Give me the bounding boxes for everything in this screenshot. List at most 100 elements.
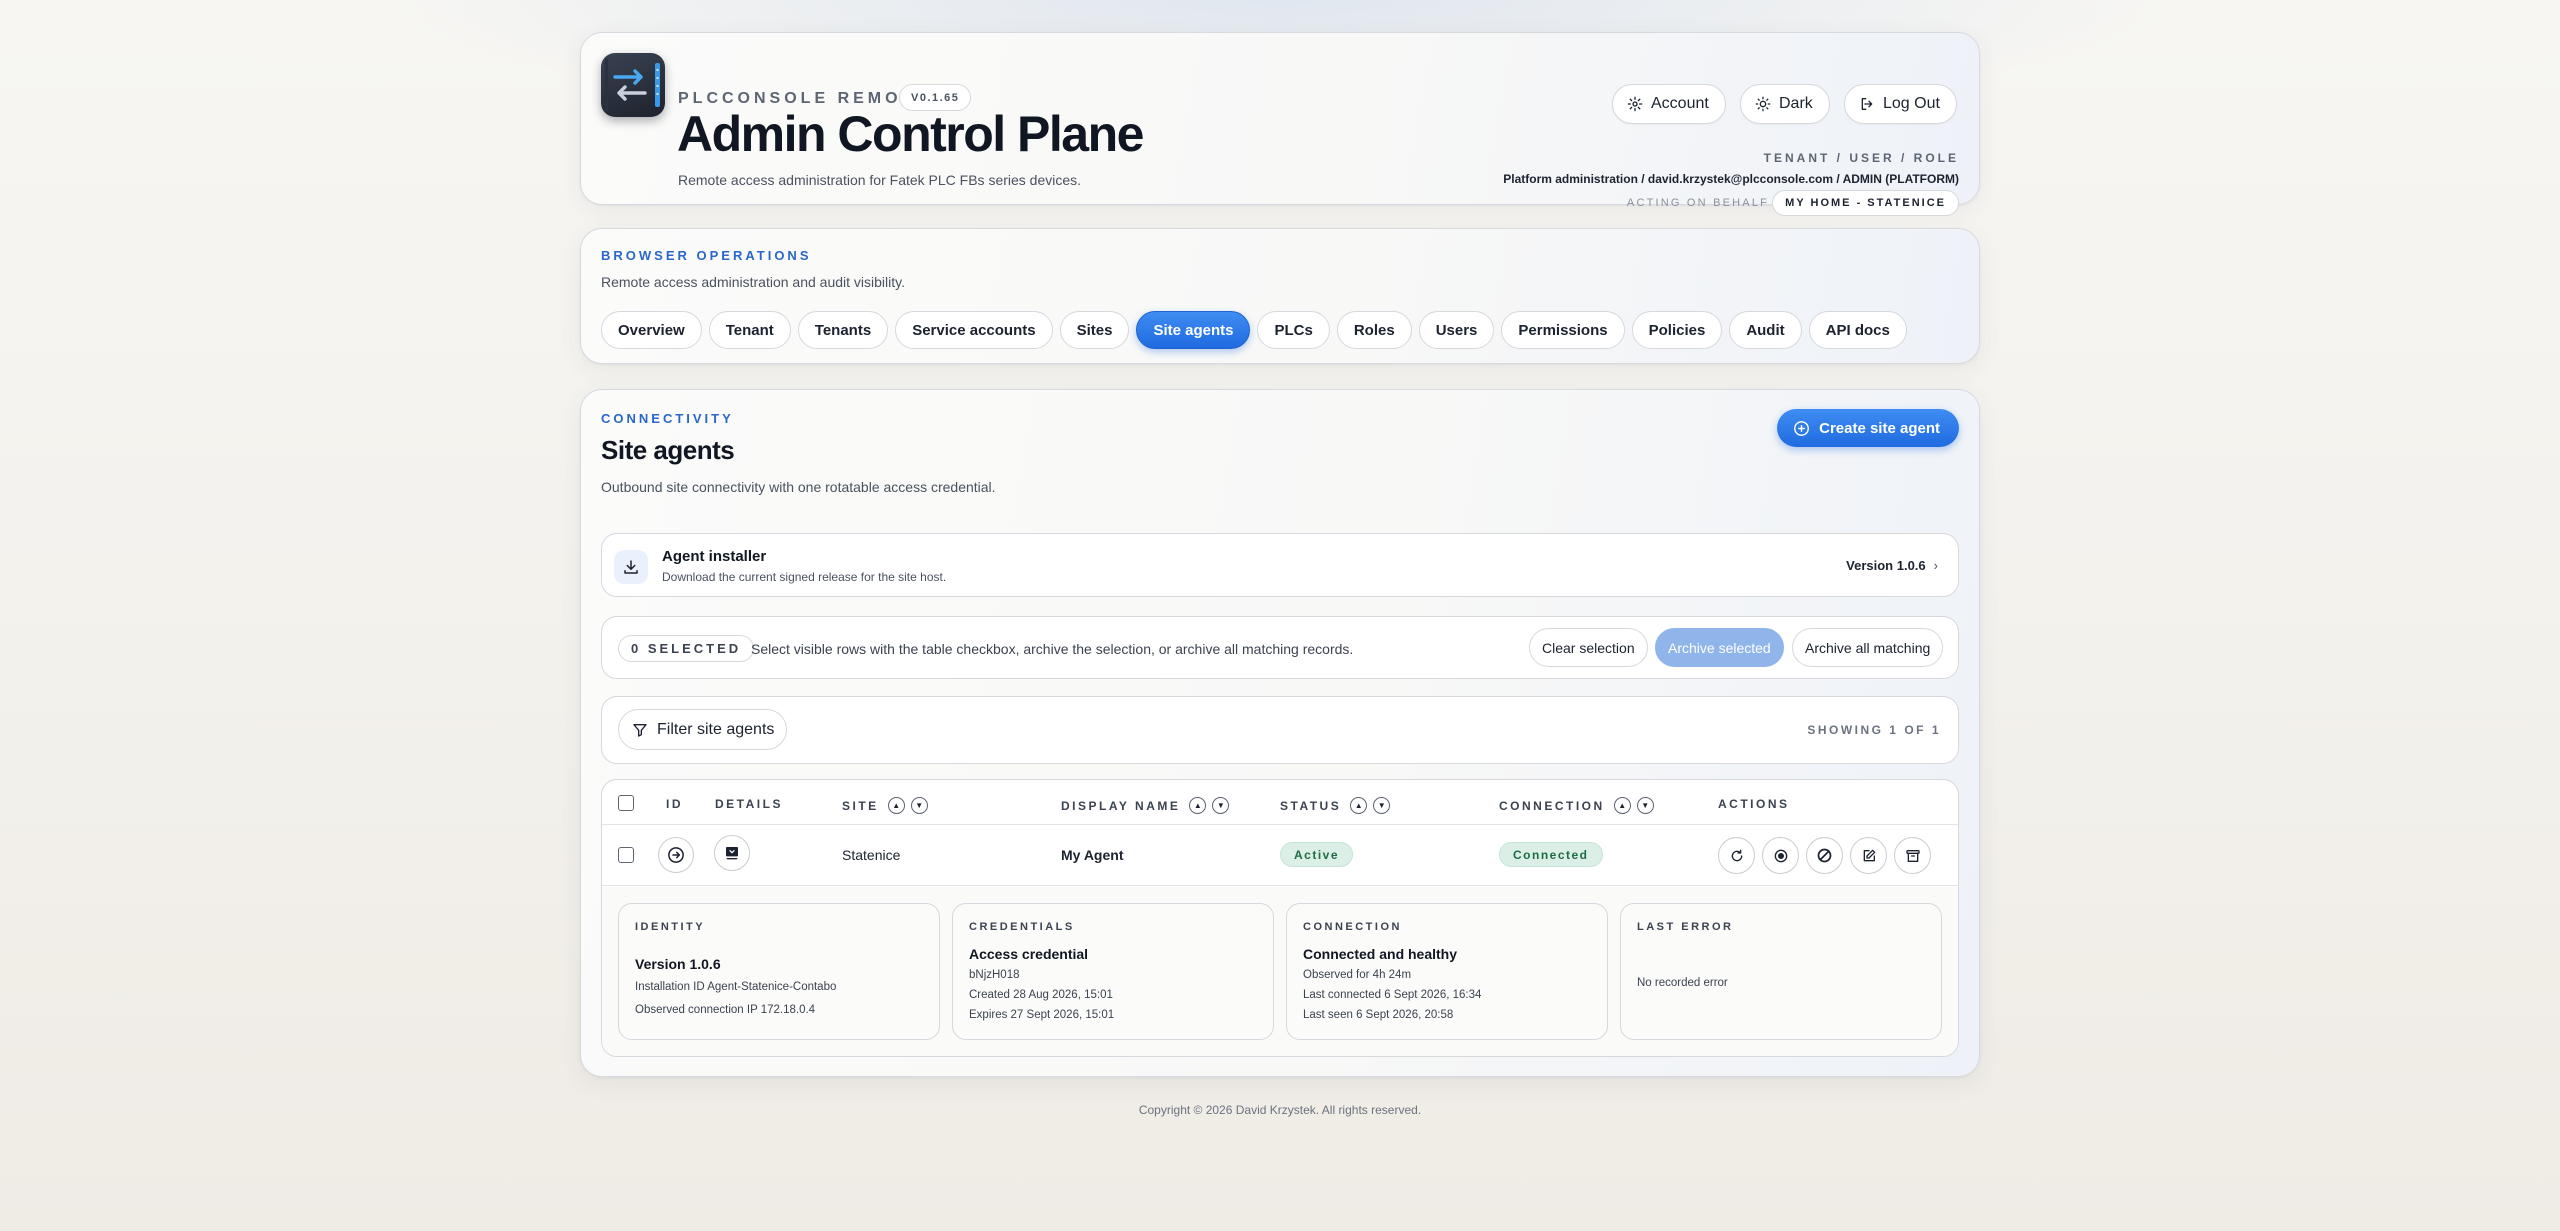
connection-line: Observed for 4h 24m [1303, 969, 1412, 981]
session-value: Platform administration / david.krzystek… [1503, 172, 1959, 186]
edit-icon [1863, 849, 1875, 861]
tab-service-accounts[interactable]: Service accounts [895, 311, 1053, 349]
tab-overview[interactable]: Overview [601, 311, 702, 349]
browser-operations-card: BROWSER OPERATIONS Remote access adminis… [580, 228, 1980, 364]
record-button[interactable] [1762, 837, 1799, 874]
account-label: Account [1651, 95, 1709, 112]
credential-expires: Expires 27 Sept 2026, 15:01 [969, 1009, 1115, 1021]
installer-version: Version 1.0.6 [1846, 558, 1926, 573]
tab-tenants[interactable]: Tenants [797, 311, 889, 349]
column-id: ID [666, 797, 683, 811]
tab-site-agents[interactable]: Site agents [1136, 311, 1251, 349]
tab-audit[interactable]: Audit [1729, 311, 1802, 349]
last-error-label: LAST ERROR [1637, 921, 1734, 933]
row-checkbox[interactable] [618, 847, 634, 863]
identity-label: IDENTITY [635, 921, 706, 933]
section-eyebrow: BROWSER OPERATIONS [601, 248, 812, 263]
tab-roles[interactable]: Roles [1336, 311, 1412, 349]
edit-button[interactable] [1850, 837, 1887, 874]
create-label: Create site agent [1819, 419, 1940, 437]
dark-mode-button[interactable]: Dark [1740, 84, 1830, 124]
last-error-text: No recorded error [1637, 977, 1728, 989]
credentials-title: Access credential [969, 946, 1089, 962]
sort-desc-icon[interactable]: ▼ [1636, 797, 1654, 814]
page-heading: Admin Control Plane [677, 106, 1144, 162]
status-badge: Active [1280, 842, 1354, 867]
clear-selection-button[interactable]: Clear selection [1529, 628, 1648, 667]
connection-line: Last seen 6 Sept 2026, 20:58 [1303, 1009, 1454, 1021]
selected-count-badge: 0 SELECTED [618, 635, 755, 662]
column-display-name: DISPLAY NAME ▲ ▼ [1061, 797, 1230, 814]
refresh-button[interactable] [1718, 837, 1755, 874]
page-title: Site agents [601, 435, 735, 465]
site-agents-table: ID DETAILS SITE ▲ ▼ DISPLAY NAME ▲ ▼ STA… [601, 779, 1959, 1057]
tab-sites[interactable]: Sites [1059, 311, 1130, 349]
credentials-card: CREDENTIALS Access credential bNjzH018 C… [952, 903, 1274, 1040]
installer-subtitle: Download the current signed release for … [662, 570, 947, 584]
logout-button[interactable]: Log Out [1844, 84, 1957, 124]
acting-tenant-badge[interactable]: MY HOME - STATENICE [1772, 190, 1959, 216]
credential-id: bNjzH018 [969, 969, 1020, 981]
chevron-right-icon: › [1933, 558, 1938, 573]
tab-permissions[interactable]: Permissions [1501, 311, 1625, 349]
archive-icon [1905, 849, 1920, 862]
installer-version-link[interactable]: Version 1.0.6 › [1846, 558, 1938, 573]
connection-title: Connected and healthy [1303, 946, 1458, 962]
acting-label: ACTING ON BEHALF OF [1626, 197, 1794, 209]
filter-bar: Filter site agents SHOWING 1 OF 1 [601, 696, 1959, 764]
tab-users[interactable]: Users [1418, 311, 1495, 349]
row-site: Statenice [842, 847, 901, 863]
refresh-icon [1731, 849, 1742, 861]
toggle-details-button[interactable] [714, 835, 750, 871]
credentials-label: CREDENTIALS [969, 921, 1075, 933]
account-button[interactable]: Account [1612, 84, 1726, 124]
selection-hint: Select visible rows with the table check… [751, 641, 1354, 657]
column-connection: CONNECTION ▲ ▼ [1499, 797, 1654, 814]
tab-policies[interactable]: Policies [1631, 311, 1723, 349]
connection-card: CONNECTION Connected and healthy Observe… [1286, 903, 1608, 1040]
identity-card: IDENTITY Version 1.0.6 Installation ID A… [618, 903, 940, 1040]
sort-desc-icon[interactable]: ▼ [1373, 797, 1391, 814]
connection-label: CONNECTION [1303, 921, 1402, 933]
agent-installer-row[interactable]: Agent installer Download the current sig… [601, 533, 1959, 597]
app-logo [601, 53, 665, 117]
sort-asc-icon[interactable]: ▲ [1613, 797, 1631, 814]
filter-button[interactable]: Filter site agents [618, 709, 788, 750]
column-site: SITE ▲ ▼ [842, 797, 928, 814]
sort-desc-icon[interactable]: ▼ [910, 797, 928, 814]
archive-button[interactable] [1894, 837, 1931, 874]
archive-selected-button[interactable]: Archive selected [1655, 628, 1784, 667]
connection-badge: Connected [1499, 842, 1603, 867]
record-icon [1774, 849, 1787, 862]
disable-button[interactable] [1806, 837, 1843, 874]
row-display-name: My Agent [1061, 847, 1124, 863]
tab-api-docs[interactable]: API docs [1808, 311, 1907, 349]
open-agent-button[interactable] [658, 837, 694, 873]
connection-line: Last connected 6 Sept 2026, 16:34 [1303, 989, 1482, 1001]
sort-desc-icon[interactable]: ▼ [1212, 797, 1230, 814]
identity-line: Observed connection IP 172.18.0.4 [635, 1004, 816, 1016]
tab-plcs[interactable]: PLCs [1257, 311, 1330, 349]
arrow-right-circle-icon [668, 847, 684, 863]
archive-all-button[interactable]: Archive all matching [1792, 628, 1944, 667]
logout-label: Log Out [1883, 95, 1940, 112]
create-site-agent-button[interactable]: Create site agent [1777, 409, 1959, 447]
installer-title: Agent installer [662, 548, 767, 565]
page-subtitle: Remote access administration for Fatek P… [678, 172, 1082, 188]
column-status: STATUS ▲ ▼ [1280, 797, 1391, 814]
select-all-checkbox[interactable] [618, 795, 634, 811]
gear-icon [1627, 96, 1643, 112]
credential-created: Created 28 Aug 2026, 15:01 [969, 989, 1113, 1001]
showing-count: SHOWING 1 OF 1 [1807, 723, 1941, 737]
column-details: DETAILS [715, 797, 783, 811]
dark-label: Dark [1779, 95, 1813, 112]
details-panel-icon [726, 847, 738, 860]
nav-tabs: Overview Tenant Tenants Service accounts Sit… [601, 311, 1907, 349]
sort-asc-icon[interactable]: ▲ [1350, 797, 1368, 814]
sort-asc-icon[interactable]: ▲ [887, 797, 905, 814]
logout-icon [1861, 98, 1873, 110]
identity-title: Version 1.0.6 [635, 956, 721, 972]
tab-tenant[interactable]: Tenant [708, 311, 791, 349]
sort-asc-icon[interactable]: ▲ [1189, 797, 1207, 814]
site-agents-card: CONNECTIVITY Site agents Outbound site c… [580, 389, 1980, 1077]
